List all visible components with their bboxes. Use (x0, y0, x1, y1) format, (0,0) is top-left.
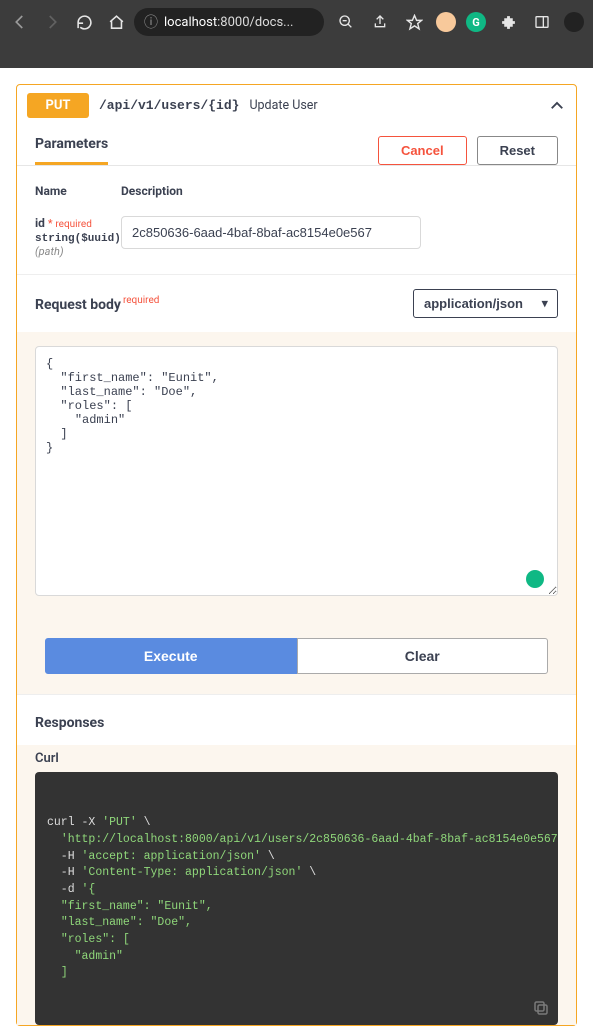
operation-summary[interactable]: PUT /api/v1/users/{id} Update User (17, 85, 576, 126)
address-bar[interactable]: ⓘ localhost:8000/docs... (134, 8, 324, 36)
operation-path: /api/v1/users/{id} (99, 98, 239, 113)
browser-toolbar: ⓘ localhost:8000/docs... G (0, 0, 593, 68)
grammarly-icon[interactable] (526, 570, 544, 588)
address-text: localhost:8000/docs... (164, 15, 314, 30)
method-badge: PUT (27, 93, 89, 118)
cancel-button[interactable]: Cancel (378, 136, 467, 165)
param-type: string($uuid) (35, 233, 121, 245)
param-id-input[interactable] (121, 216, 421, 249)
extension-avatar-icon[interactable] (434, 10, 458, 34)
sidepanel-icon[interactable] (528, 8, 556, 36)
home-icon[interactable] (102, 8, 130, 36)
parameter-row: id * required string($uuid) (path) (17, 206, 576, 274)
zoom-icon[interactable] (332, 8, 360, 36)
extensions-icon[interactable] (494, 8, 522, 36)
chevron-up-icon[interactable] (548, 97, 566, 115)
column-description: Description (121, 184, 558, 198)
extension-grammarly-icon[interactable]: G (464, 10, 488, 34)
request-body-textarea[interactable] (35, 346, 558, 596)
param-name: id (35, 216, 45, 230)
clear-button[interactable]: Clear (297, 638, 549, 674)
required-label: required (55, 219, 91, 230)
reload-icon[interactable] (70, 8, 98, 36)
profile-icon[interactable] (562, 10, 586, 34)
column-name: Name (35, 184, 121, 198)
param-in: (path) (35, 245, 121, 258)
bookmark-icon[interactable] (400, 8, 428, 36)
execute-button[interactable]: Execute (45, 638, 297, 674)
curl-label: Curl (35, 751, 558, 766)
back-icon[interactable] (6, 8, 34, 36)
curl-output: curl -X 'PUT' \ 'http://localhost:8000/a… (35, 772, 558, 1025)
share-icon[interactable] (366, 8, 394, 36)
forward-icon[interactable] (38, 8, 66, 36)
request-body-required: required (123, 295, 159, 306)
responses-heading: Responses (35, 715, 558, 731)
operation-block: PUT /api/v1/users/{id} Update User Param… (16, 84, 577, 1026)
parameters-heading: Parameters (35, 136, 108, 165)
site-info-icon[interactable]: ⓘ (144, 12, 158, 32)
content-type-select[interactable]: application/json (413, 289, 558, 318)
request-body-heading: Request body (35, 297, 121, 313)
reset-button[interactable]: Reset (477, 136, 558, 165)
copy-icon[interactable] (532, 999, 550, 1017)
operation-description: Update User (249, 98, 317, 113)
